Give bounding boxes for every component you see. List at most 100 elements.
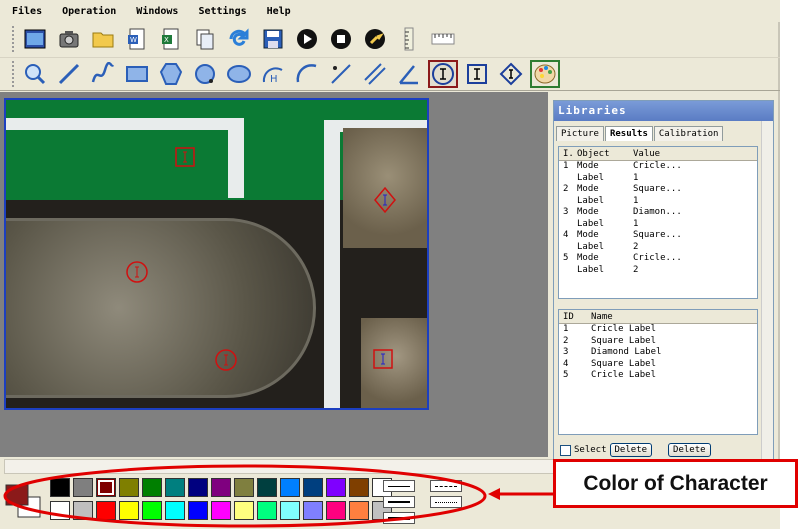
circle-label-2[interactable] <box>215 349 237 371</box>
square-label-1[interactable] <box>175 147 195 167</box>
line-dash-option[interactable] <box>430 496 462 508</box>
square-label-tool-button[interactable] <box>462 60 492 88</box>
square-label-2[interactable] <box>373 349 393 369</box>
capture-button[interactable] <box>20 25 50 53</box>
microscope-image[interactable] <box>4 98 429 410</box>
menu-settings[interactable]: Settings <box>198 6 246 17</box>
line-style-option[interactable] <box>383 512 415 524</box>
results-table[interactable]: I. Object Value 1 Mode Cricle... Label 1 2 Mod… <box>558 146 758 299</box>
menu-files[interactable]: Files <box>12 6 42 17</box>
table-row[interactable]: 2 Mode Square... <box>559 184 757 196</box>
menu-operation[interactable]: Operation <box>62 6 116 17</box>
table-row[interactable]: Label 1 <box>559 196 757 208</box>
color-swatch[interactable] <box>165 478 185 497</box>
zoom-button[interactable] <box>20 60 50 88</box>
diamond-label-1[interactable] <box>374 186 396 214</box>
table-row[interactable]: Label 1 <box>559 173 757 185</box>
settings-button[interactable] <box>360 25 390 53</box>
camera-button[interactable] <box>54 25 84 53</box>
color-swatch[interactable] <box>73 478 93 497</box>
arc-height-tool-button[interactable]: H <box>258 60 288 88</box>
refresh-button[interactable] <box>224 25 254 53</box>
color-swatch[interactable] <box>303 501 323 520</box>
color-swatch[interactable] <box>188 478 208 497</box>
menu-windows[interactable]: Windows <box>136 6 178 17</box>
select-checkbox[interactable] <box>560 444 571 456</box>
table-row[interactable]: 1 Cricle Label <box>559 324 757 336</box>
table-row[interactable]: Label 1 <box>559 219 757 231</box>
color-swatch[interactable] <box>326 501 346 520</box>
table-row[interactable]: Label 2 <box>559 265 757 277</box>
libraries-title[interactable]: Libraries <box>554 101 773 121</box>
delete-all-button[interactable]: Delete <box>668 443 711 457</box>
color-swatch[interactable] <box>119 478 139 497</box>
color-swatch[interactable] <box>96 501 116 520</box>
open-button[interactable] <box>88 25 118 53</box>
line-style-option[interactable] <box>383 480 415 492</box>
color-swatch[interactable] <box>50 478 70 497</box>
toolbar-grip[interactable] <box>12 26 16 52</box>
color-swatch[interactable] <box>280 501 300 520</box>
color-swatch[interactable] <box>303 478 323 497</box>
rectangle-tool-button[interactable] <box>122 60 152 88</box>
line-style-option[interactable] <box>383 496 415 508</box>
parallel-tool-button[interactable] <box>360 60 390 88</box>
table-row[interactable]: 2 Square Label <box>559 336 757 348</box>
point-line-tool-button[interactable] <box>326 60 356 88</box>
line-dash-option[interactable] <box>430 480 462 492</box>
ellipse-tool-button[interactable] <box>224 60 254 88</box>
tab-calibration[interactable]: Calibration <box>653 126 724 141</box>
table-row[interactable]: 3 Mode Diamon... <box>559 207 757 219</box>
color-swatch[interactable] <box>119 501 139 520</box>
line-tool-button[interactable] <box>54 60 84 88</box>
diamond-label-tool-button[interactable] <box>496 60 526 88</box>
current-color-preview[interactable] <box>4 483 42 519</box>
color-swatch[interactable] <box>142 478 162 497</box>
table-row[interactable]: 5 Cricle Label <box>559 370 757 382</box>
vertical-ruler-button[interactable] <box>394 25 424 53</box>
color-swatch[interactable] <box>234 501 254 520</box>
table-row[interactable]: 4 Square Label <box>559 359 757 371</box>
copy-button[interactable] <box>190 25 220 53</box>
color-swatch[interactable] <box>165 501 185 520</box>
color-swatch[interactable] <box>234 478 254 497</box>
color-swatch[interactable] <box>257 478 277 497</box>
color-swatch[interactable] <box>211 501 231 520</box>
play-button[interactable] <box>292 25 322 53</box>
color-palette-button[interactable] <box>530 60 560 88</box>
color-swatch[interactable] <box>211 478 231 497</box>
table-row[interactable]: 1 Mode Cricle... <box>559 161 757 173</box>
table-row[interactable]: Label 2 <box>559 242 757 254</box>
table-row[interactable]: 4 Mode Square... <box>559 230 757 242</box>
color-swatch[interactable] <box>73 501 93 520</box>
color-swatch[interactable] <box>257 501 277 520</box>
circle-label-tool-button[interactable] <box>428 60 458 88</box>
save-button[interactable] <box>258 25 288 53</box>
color-swatch[interactable] <box>96 478 116 497</box>
angle-tool-button[interactable] <box>394 60 424 88</box>
stop-button[interactable] <box>326 25 356 53</box>
horizontal-ruler-button[interactable] <box>428 25 458 53</box>
export-excel-button[interactable]: X <box>156 25 186 53</box>
delete-button[interactable]: Delete <box>609 443 653 457</box>
menu-help[interactable]: Help <box>267 6 291 17</box>
table-row[interactable]: 5 Mode Cricle... <box>559 253 757 265</box>
circle-tool-button[interactable] <box>190 60 220 88</box>
polygon-tool-button[interactable] <box>156 60 186 88</box>
color-swatch[interactable] <box>349 501 369 520</box>
circle-label-1[interactable] <box>126 261 148 283</box>
color-swatch[interactable] <box>188 501 208 520</box>
color-swatch[interactable] <box>326 478 346 497</box>
toolbar-grip[interactable] <box>12 61 16 87</box>
arc-tool-button[interactable] <box>292 60 322 88</box>
curve-tool-button[interactable] <box>88 60 118 88</box>
libraries-scrollbar[interactable] <box>761 121 773 459</box>
color-swatch[interactable] <box>50 501 70 520</box>
color-swatch[interactable] <box>349 478 369 497</box>
labels-table[interactable]: ID Name 1 Cricle Label 2 Square Label 3 Diamo… <box>558 309 758 435</box>
export-word-button[interactable]: W <box>122 25 152 53</box>
color-swatch[interactable] <box>280 478 300 497</box>
color-swatch[interactable] <box>142 501 162 520</box>
table-row[interactable]: 3 Diamond Label <box>559 347 757 359</box>
tab-results[interactable]: Results <box>604 126 653 141</box>
